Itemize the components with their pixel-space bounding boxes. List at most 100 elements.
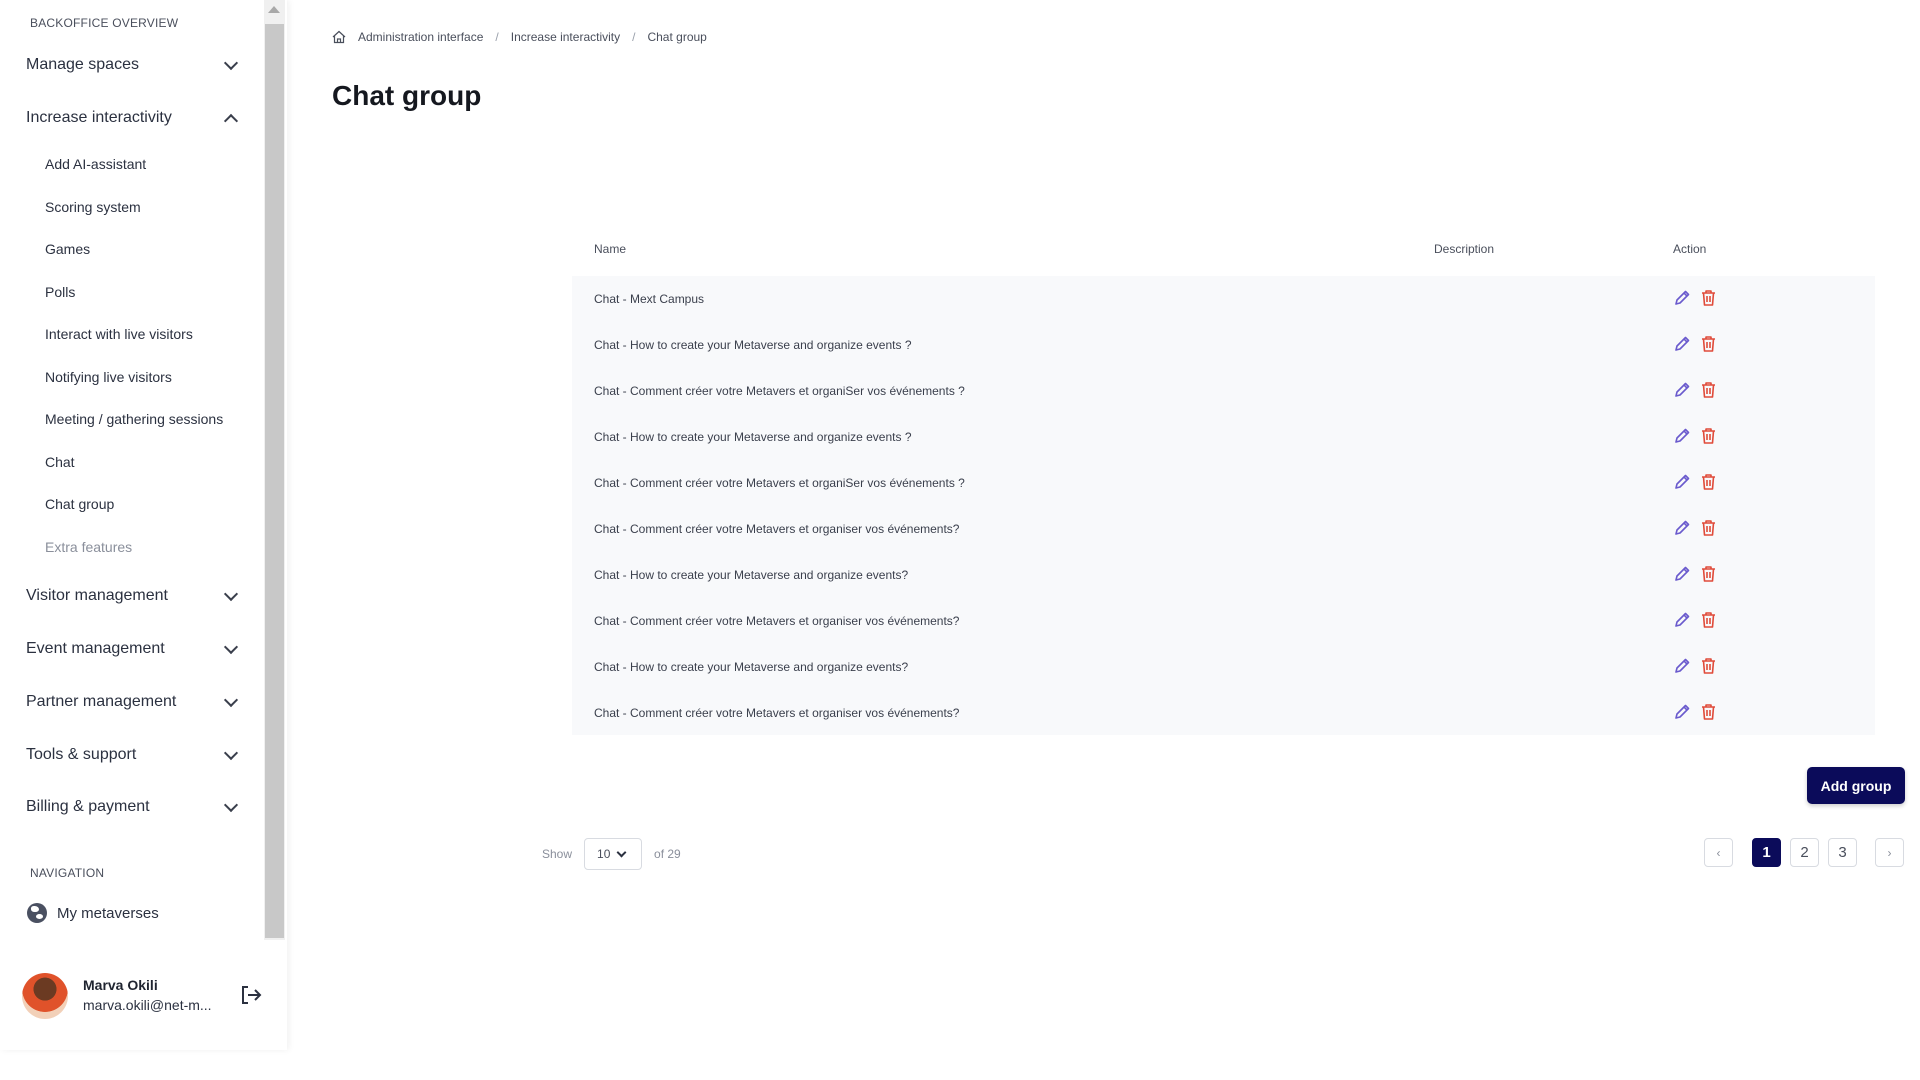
sidebar-item-polls[interactable]: Polls <box>45 278 245 306</box>
breadcrumb-item-increase-interactivity[interactable]: Increase interactivity <box>511 30 620 44</box>
sidebar-item-chat-group[interactable]: Chat group <box>45 490 245 518</box>
row-name: Chat - Comment créer votre Metavers et o… <box>594 522 960 536</box>
pencil-icon[interactable] <box>1673 381 1691 399</box>
sidebar-item-meeting-sessions[interactable]: Meeting / gathering sessions <box>45 405 245 433</box>
chevron-down-icon <box>223 797 239 812</box>
page-title: Chat group <box>332 80 482 111</box>
nav-group-label: Tools & support <box>26 746 137 763</box>
page-button-2[interactable]: 2 <box>1790 838 1819 867</box>
pencil-icon[interactable] <box>1673 565 1691 583</box>
trash-icon[interactable] <box>1700 657 1717 675</box>
chevron-down-icon <box>223 639 239 654</box>
nav-group-label: Manage spaces <box>26 56 139 73</box>
chevron-down-icon <box>616 847 627 857</box>
previous-page-button[interactable]: ‹ <box>1704 838 1733 867</box>
page-size-value: 10 <box>597 847 611 861</box>
pencil-icon[interactable] <box>1673 473 1691 491</box>
row-name: Chat - How to create your Metaverse and … <box>594 430 912 444</box>
chevron-up-icon <box>223 113 239 128</box>
sidebar-item-chat[interactable]: Chat <box>45 448 245 476</box>
trash-icon[interactable] <box>1700 565 1717 583</box>
sidebar-scrollbar[interactable] <box>264 0 285 940</box>
next-page-button[interactable]: › <box>1875 838 1904 867</box>
sidebar-item-extra-features[interactable]: Extra features <box>45 533 245 561</box>
scroll-up-arrow-icon[interactable] <box>268 6 280 13</box>
pencil-icon[interactable] <box>1673 657 1691 675</box>
avatar[interactable] <box>22 973 68 1019</box>
sidebar: BACKOFFICE OVERVIEW Manage spaces Increa… <box>0 0 287 1050</box>
breadcrumb-item-admin[interactable]: Administration interface <box>358 30 483 44</box>
pencil-icon[interactable] <box>1673 289 1691 307</box>
table-row: Chat - How to create your Metaverse and … <box>572 322 1875 368</box>
nav-group-visitor-management[interactable]: Visitor management <box>26 581 242 611</box>
trash-icon[interactable] <box>1700 519 1717 537</box>
trash-icon[interactable] <box>1700 427 1717 445</box>
nav-group-event-management[interactable]: Event management <box>26 634 242 664</box>
total-count-label: of 29 <box>654 847 681 861</box>
nav-group-partner-management[interactable]: Partner management <box>26 687 242 717</box>
trash-icon[interactable] <box>1700 473 1717 491</box>
sidebar-item-games[interactable]: Games <box>45 235 245 263</box>
pencil-icon[interactable] <box>1673 427 1691 445</box>
row-name: Chat - Comment créer votre Metavers et o… <box>594 706 960 720</box>
nav-group-label: Event management <box>26 640 165 657</box>
table-row: Chat - Comment créer votre Metavers et o… <box>572 368 1875 414</box>
user-name: Marva Okili <box>83 977 158 993</box>
row-name: Chat - Comment créer votre Metavers et o… <box>594 614 960 628</box>
trash-icon[interactable] <box>1700 611 1717 629</box>
column-header-action: Action <box>1673 242 1707 256</box>
column-header-name: Name <box>594 242 627 256</box>
nav-group-tools-support[interactable]: Tools & support <box>26 740 242 770</box>
row-name: Chat - How to create your Metaverse and … <box>594 568 909 582</box>
table-row: Chat - Comment créer votre Metavers et o… <box>572 506 1875 552</box>
pencil-icon[interactable] <box>1673 335 1691 353</box>
table-row: Chat - How to create your Metaverse and … <box>572 414 1875 460</box>
table-row: Chat - Mext Campus <box>572 276 1875 322</box>
nav-link-my-metaverses[interactable]: My metaverses <box>27 901 159 925</box>
globe-icon <box>27 903 47 923</box>
trash-icon[interactable] <box>1700 703 1717 721</box>
user-profile: Marva Okili marva.okili@net-m... <box>22 973 272 1023</box>
nav-group-billing-payment[interactable]: Billing & payment <box>26 792 242 822</box>
row-name: Chat - How to create your Metaverse and … <box>594 660 909 674</box>
section-label-backoffice: BACKOFFICE OVERVIEW <box>30 16 179 30</box>
pencil-icon[interactable] <box>1673 519 1691 537</box>
logout-icon[interactable] <box>240 985 262 1005</box>
trash-icon[interactable] <box>1700 289 1717 307</box>
sidebar-scroll-area: BACKOFFICE OVERVIEW Manage spaces Increa… <box>0 0 264 940</box>
show-label: Show <box>542 847 573 861</box>
scrollbar-thumb[interactable] <box>265 24 284 938</box>
sidebar-item-interact-live-visitors[interactable]: Interact with live visitors <box>45 320 245 348</box>
table-row: Chat - How to create your Metaverse and … <box>572 644 1875 690</box>
user-email: marva.okili@net-m... <box>83 997 212 1013</box>
pencil-icon[interactable] <box>1673 703 1691 721</box>
row-name: Chat - Comment créer votre Metavers et o… <box>594 384 965 398</box>
pencil-icon[interactable] <box>1673 611 1691 629</box>
breadcrumb-item-chat-group: Chat group <box>647 30 707 44</box>
nav-group-label: Partner management <box>26 693 177 710</box>
nav-group-label: Billing & payment <box>26 798 150 815</box>
section-label-navigation: NAVIGATION <box>30 866 105 880</box>
nav-group-increase-interactivity[interactable]: Increase interactivity <box>26 103 242 133</box>
home-icon[interactable] <box>332 30 346 44</box>
chevron-down-icon <box>223 55 239 70</box>
row-name: Chat - Comment créer votre Metavers et o… <box>594 476 965 490</box>
page-size-select[interactable]: 10 <box>584 838 643 870</box>
sidebar-item-add-ai-assistant[interactable]: Add AI-assistant <box>45 150 245 178</box>
trash-icon[interactable] <box>1700 381 1717 399</box>
chevron-down-icon <box>223 692 239 707</box>
page-button-1[interactable]: 1 <box>1752 838 1781 867</box>
row-name: Chat - How to create your Metaverse and … <box>594 338 912 352</box>
page-button-3[interactable]: 3 <box>1828 838 1857 867</box>
breadcrumb-separator: / <box>632 30 636 44</box>
nav-group-label: Increase interactivity <box>26 109 172 126</box>
column-header-description: Description <box>1434 242 1495 256</box>
add-group-button[interactable]: Add group <box>1807 767 1905 804</box>
sidebar-item-scoring-system[interactable]: Scoring system <box>45 193 245 221</box>
chevron-down-icon <box>223 745 239 760</box>
page-size-control: Show 10 of 29 <box>542 838 681 870</box>
row-name: Chat - Mext Campus <box>594 292 705 306</box>
trash-icon[interactable] <box>1700 335 1717 353</box>
sidebar-item-notifying-live-visitors[interactable]: Notifying live visitors <box>45 363 245 391</box>
nav-group-manage-spaces[interactable]: Manage spaces <box>26 50 242 80</box>
